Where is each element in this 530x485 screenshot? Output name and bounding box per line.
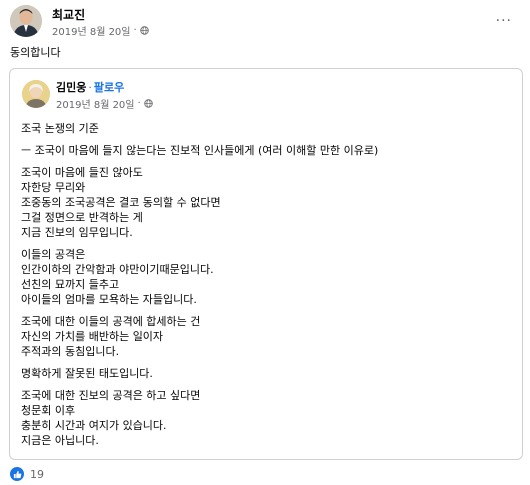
globe-icon	[143, 99, 153, 108]
body-line: 조국에 대한 진보의 공격은 하고 싶다면	[21, 389, 201, 402]
shared-author-avatar[interactable]	[22, 80, 50, 108]
shared-meta-separator: ·	[137, 98, 141, 109]
body-line: 조국에 대한 이들의 공격에 합세하는 건	[21, 315, 201, 328]
reaction-count[interactable]: 19	[30, 468, 44, 481]
follow-button[interactable]: 팔로우	[94, 81, 124, 94]
shared-author-name[interactable]: 김민웅	[56, 81, 86, 94]
body-line: 조국 논쟁의 기준	[21, 122, 99, 135]
like-icon[interactable]	[10, 467, 24, 481]
body-paragraph: ㅡ 조국이 마음에 들지 않는다는 진보적 인사들에게 (여러 이해할 만한 이…	[21, 143, 511, 158]
globe-icon	[139, 26, 149, 35]
shared-author-line: 김민웅 · 팔로우	[56, 79, 124, 95]
body-paragraph: 조국 논쟁의 기준	[21, 121, 511, 136]
body-line: 선친의 묘까지 들추고	[21, 278, 120, 291]
body-line: 이들의 공격은	[21, 248, 86, 261]
post-author-name[interactable]: 최교진	[52, 6, 85, 23]
body-line: 주적과의 동침입니다.	[21, 345, 120, 358]
body-line: 인간이하의 간악함과 야만이기때문입니다.	[21, 263, 214, 276]
body-line: 아이들의 엄마를 모욕하는 자들입니다.	[21, 293, 197, 306]
post-text: 동의합니다	[10, 46, 61, 59]
body-line: 충분히 시간과 여지가 있습니다.	[21, 419, 167, 432]
body-line: 조중동의 조국공격은 결코 동의할 수 없다면	[21, 196, 221, 209]
shared-post-meta: 2019년 8월 20일 ·	[56, 96, 153, 111]
post-meta: 2019년 8월 20일 ·	[52, 23, 149, 38]
body-paragraph: 이들의 공격은인간이하의 간악함과 야만이기때문입니다. 선친의 묘까지 들추고아…	[21, 247, 511, 307]
body-paragraph: 조국에 대한 이들의 공격에 합세하는 건자신의 가치를 배반하는 일이자주적과…	[21, 314, 511, 359]
body-line: 명확하게 잘못된 태도입니다.	[21, 367, 153, 380]
body-line: 조국이 마음에 들진 않아도	[21, 166, 143, 179]
reactions-bar[interactable]: 19	[10, 467, 44, 481]
body-paragraph: 명확하게 잘못된 태도입니다.	[21, 366, 511, 381]
post-header: 최교진 2019년 8월 20일 · ···	[10, 5, 520, 39]
meta-separator: ·	[133, 25, 137, 36]
body-line: 지금 진보의 임무입니다.	[21, 226, 133, 239]
body-line: 청문회 이후	[21, 404, 76, 417]
post-date[interactable]: 2019년 8월 20일	[52, 23, 131, 38]
author-avatar[interactable]	[10, 5, 42, 37]
shared-post-body: 조국 논쟁의 기준 ㅡ 조국이 마음에 들지 않는다는 진보적 인사들에게 (여러…	[21, 121, 511, 455]
follow-separator: ·	[88, 81, 92, 94]
body-paragraph: 조국에 대한 진보의 공격은 하고 싶다면청문회 이후충분히 시간과 여지가 있…	[21, 388, 511, 448]
shared-post-card[interactable]: 김민웅 · 팔로우 2019년 8월 20일 · 조국 논쟁의 기준 ㅡ 조국이 마음…	[9, 68, 523, 460]
body-line: ㅡ 조국이 마음에 들지 않는다는 진보적 인사들에게 (여러 이해할 만한 이…	[21, 144, 379, 157]
body-paragraph: 조국이 마음에 들진 않아도자한당 무리와조중동의 조국공격은 결코 동의할 수…	[21, 165, 511, 240]
shared-post-date[interactable]: 2019년 8월 20일	[56, 96, 135, 111]
body-line: 지금은 아닙니다.	[21, 434, 99, 447]
body-line: 그걸 정면으로 반격하는 게	[21, 211, 143, 224]
body-line: 자신의 가치를 배반하는 일이자	[21, 330, 164, 343]
more-options-icon[interactable]: ···	[496, 13, 512, 29]
body-line: 자한당 무리와	[21, 181, 86, 194]
